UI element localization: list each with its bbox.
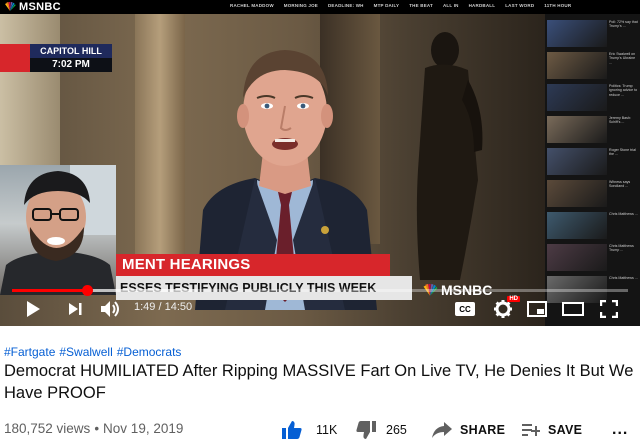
related-video-headline[interactable]: Chris Matthews ... xyxy=(609,212,639,239)
msnbc-nav-item: DEADLINE: WH xyxy=(327,3,364,8)
related-video-thumbnail[interactable] xyxy=(547,180,607,207)
chyron-accent xyxy=(0,44,30,72)
msnbc-logo-text: MSNBC xyxy=(19,1,61,13)
webcam-person xyxy=(0,165,116,295)
msnbc-nav-item: MTP DAILY xyxy=(373,3,400,8)
miniplayer-button[interactable] xyxy=(524,296,550,322)
play-button[interactable] xyxy=(20,296,46,322)
related-video-headline[interactable]: Jeremy Bash: Schiff's ... xyxy=(609,116,639,143)
save-label: SAVE xyxy=(548,423,583,437)
peacock-icon xyxy=(5,2,16,11)
related-video-thumbnail[interactable] xyxy=(547,244,607,271)
webcam-inset xyxy=(0,165,116,295)
related-video-headline[interactable]: Witness says Sondland ... xyxy=(609,180,639,207)
marble-column xyxy=(135,14,185,254)
msnbc-nav-item: RACHEL MADDOW xyxy=(230,3,274,8)
msnbc-nav-item: THE BEAT xyxy=(409,3,433,8)
settings-button[interactable]: HD xyxy=(490,296,520,322)
dislike-button[interactable]: 265 xyxy=(356,418,407,442)
video-title: Democrat HUMILIATED After Ripping MASSIV… xyxy=(4,362,634,402)
hashtag-link[interactable]: #Swalwell xyxy=(59,345,112,359)
like-button[interactable]: 11K xyxy=(282,418,337,442)
location-chyron: CAPITOL HILL 7:02 PM xyxy=(30,44,112,72)
location-label: CAPITOL HILL xyxy=(30,44,112,58)
related-video-headline[interactable]: Poll: 72% say that Trump's ... xyxy=(609,20,639,47)
related-video-thumbnail[interactable] xyxy=(547,148,607,175)
msnbc-nav-item: 11TH HOUR xyxy=(544,3,572,8)
volume-button[interactable] xyxy=(98,296,124,322)
related-video-headline[interactable]: Politics: Trump ignoring advice to reduc… xyxy=(609,84,639,111)
next-button[interactable] xyxy=(62,296,88,322)
related-video-thumbnail[interactable] xyxy=(547,20,607,47)
view-count: 180,752 views xyxy=(4,421,91,436)
msnbc-nav-item: HARDBALL xyxy=(468,3,496,8)
msnbc-nav-item: MORNING JOE xyxy=(283,3,318,8)
separator-dot: • xyxy=(94,421,100,436)
captions-button[interactable]: CC xyxy=(452,296,478,322)
hd-badge: HD xyxy=(507,296,520,302)
related-video-headline[interactable]: Roger Stone trial the ... xyxy=(609,148,639,175)
hashtag-list: #Fartgate #Swalwell #Democrats xyxy=(4,345,185,359)
related-video-thumbnail[interactable] xyxy=(547,116,607,143)
player-controls: 1:49 / 14:50 CC HD xyxy=(0,292,640,326)
theater-icon xyxy=(562,302,584,316)
related-video-thumbnail[interactable] xyxy=(547,84,607,111)
current-time: 1:49 xyxy=(134,301,156,313)
view-info: 180,752 views • Nov 19, 2019 xyxy=(4,421,183,436)
miniplayer-icon xyxy=(527,301,547,317)
share-button[interactable]: SHARE xyxy=(432,418,505,442)
related-video-thumbnail[interactable] xyxy=(547,212,607,239)
fullscreen-icon xyxy=(600,300,618,318)
more-actions-button[interactable]: ... xyxy=(612,418,628,442)
next-icon xyxy=(69,303,82,315)
related-video-thumbnail[interactable] xyxy=(547,52,607,79)
like-icon xyxy=(282,421,302,439)
total-time: 14:50 xyxy=(164,301,193,313)
video-player[interactable]: MSNBC RACHEL MADDOW MORNING JOE DEADLINE: … xyxy=(0,0,640,326)
volume-icon xyxy=(101,301,119,317)
statue xyxy=(416,32,483,280)
local-time-label: 7:02 PM xyxy=(30,58,112,72)
more-icon: ... xyxy=(612,421,629,438)
lower-third-headline: MENT HEARINGS xyxy=(116,254,390,276)
settings-icon xyxy=(494,300,512,318)
publish-date: Nov 19, 2019 xyxy=(103,421,184,436)
theater-mode-button[interactable] xyxy=(560,296,586,322)
time-separator: / xyxy=(158,301,162,313)
share-icon xyxy=(432,422,452,438)
dislike-icon xyxy=(356,421,376,439)
msnbc-logo: MSNBC xyxy=(4,1,61,13)
msnbc-nav-item: ALL IN xyxy=(442,3,459,8)
msnbc-nav-item: LAST WORD xyxy=(505,3,535,8)
hashtag-link[interactable]: #Democrats xyxy=(117,345,182,359)
save-button[interactable]: SAVE xyxy=(522,418,582,442)
share-label: SHARE xyxy=(460,423,506,437)
dislike-count: 265 xyxy=(386,423,407,437)
cc-icon: CC xyxy=(455,302,475,316)
related-videos-sidebar: Poll: 72% say that Trump's ... Eric Swalw… xyxy=(545,14,640,326)
related-video-headline[interactable]: Eric Swalwell on Trump's Ukraine ... xyxy=(609,52,639,79)
like-count: 11K xyxy=(316,423,338,437)
msnbc-nav: RACHEL MADDOW MORNING JOE DEADLINE: WH MTP … xyxy=(230,3,571,8)
play-icon xyxy=(27,301,40,317)
hashtag-link[interactable]: #Fartgate xyxy=(4,345,55,359)
save-icon xyxy=(522,424,540,436)
time-display: 1:49 / 14:50 xyxy=(134,301,192,313)
msnbc-topbar: MSNBC RACHEL MADDOW MORNING JOE DEADLINE: … xyxy=(0,0,640,14)
cc-label: CC xyxy=(459,304,471,314)
related-video-headline[interactable]: Chris Matthews Trump ... xyxy=(609,244,639,271)
fullscreen-button[interactable] xyxy=(596,296,622,322)
